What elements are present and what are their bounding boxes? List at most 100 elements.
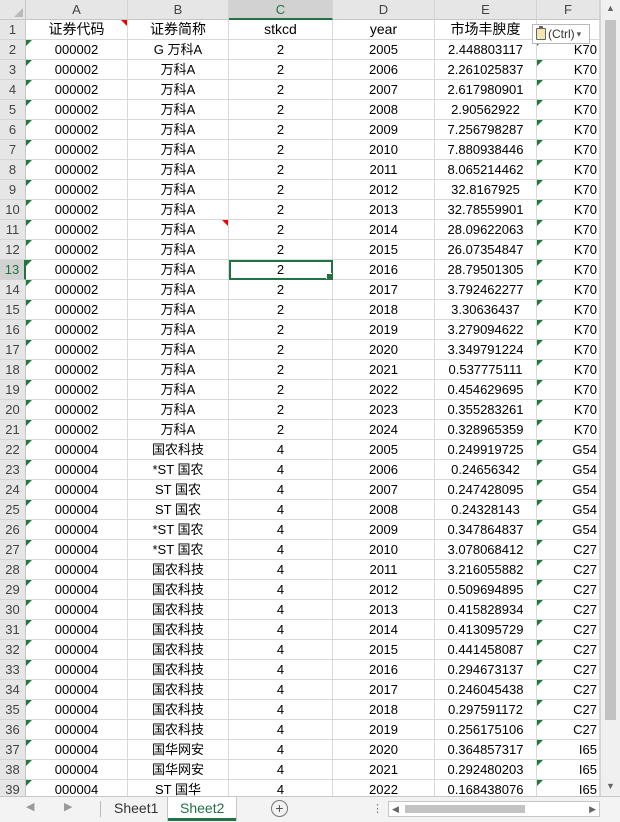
data-cell[interactable]: 2 [229, 220, 333, 240]
select-all-button[interactable] [0, 0, 26, 20]
data-cell[interactable]: 万科A [128, 400, 229, 420]
data-cell[interactable]: 4 [229, 600, 333, 620]
row-header[interactable]: 26 [0, 520, 26, 540]
data-cell[interactable]: G54 [537, 460, 600, 480]
data-cell[interactable]: *ST 国农 [128, 540, 229, 560]
data-cell[interactable]: 000002 [26, 360, 128, 380]
paste-options-button[interactable]: (Ctrl) ▾ [532, 24, 590, 44]
data-cell[interactable]: 2019 [333, 320, 435, 340]
data-cell[interactable]: 000002 [26, 300, 128, 320]
data-cell[interactable]: 000002 [26, 420, 128, 440]
data-cell[interactable]: 000002 [26, 220, 128, 240]
data-cell[interactable]: 0.441458087 [435, 640, 537, 660]
row-header[interactable]: 25 [0, 500, 26, 520]
data-cell[interactable]: 国华网安 [128, 760, 229, 780]
data-cell[interactable]: 2011 [333, 560, 435, 580]
row-header[interactable]: 35 [0, 700, 26, 720]
prev-sheet-icon[interactable]: ◀ [26, 800, 34, 813]
data-cell[interactable]: 2 [229, 200, 333, 220]
data-cell[interactable]: 2 [229, 180, 333, 200]
row-header[interactable]: 2 [0, 40, 26, 60]
data-cell[interactable]: C27 [537, 620, 600, 640]
row-header[interactable]: 3 [0, 60, 26, 80]
data-cell[interactable]: 2 [229, 160, 333, 180]
data-cell[interactable]: 4 [229, 740, 333, 760]
data-cell[interactable]: 2.90562922 [435, 100, 537, 120]
data-cell[interactable]: 4 [229, 520, 333, 540]
data-cell[interactable]: 3.279094622 [435, 320, 537, 340]
data-cell[interactable]: I65 [537, 760, 600, 780]
data-cell[interactable]: 2016 [333, 660, 435, 680]
data-cell[interactable]: 26.07354847 [435, 240, 537, 260]
data-cell[interactable]: C27 [537, 640, 600, 660]
column-header-d[interactable]: D [333, 0, 435, 20]
data-cell[interactable]: C27 [537, 600, 600, 620]
row-header[interactable]: 4 [0, 80, 26, 100]
data-cell[interactable]: 32.78559901 [435, 200, 537, 220]
data-cell[interactable]: 000002 [26, 140, 128, 160]
data-cell[interactable]: 2 [229, 40, 333, 60]
data-cell[interactable]: 4 [229, 540, 333, 560]
data-cell[interactable]: 2 [229, 260, 333, 280]
vertical-scrollbar[interactable]: ▲ ▼ [600, 0, 620, 796]
data-cell[interactable]: 4 [229, 460, 333, 480]
data-cell[interactable]: 3.30636437 [435, 300, 537, 320]
row-header[interactable]: 20 [0, 400, 26, 420]
data-cell[interactable]: 28.09622063 [435, 220, 537, 240]
data-cell[interactable]: 000002 [26, 340, 128, 360]
row-header[interactable]: 30 [0, 600, 26, 620]
header-cell[interactable]: 证券代码 [26, 20, 128, 40]
data-cell[interactable]: 2 [229, 100, 333, 120]
data-cell[interactable]: C27 [537, 580, 600, 600]
data-cell[interactable]: 2 [229, 340, 333, 360]
data-cell[interactable]: 3.216055882 [435, 560, 537, 580]
data-cell[interactable]: 万科A [128, 160, 229, 180]
data-cell[interactable]: 2020 [333, 340, 435, 360]
data-cell[interactable]: 000002 [26, 240, 128, 260]
data-cell[interactable]: 万科A [128, 220, 229, 240]
data-cell[interactable]: 0.364857317 [435, 740, 537, 760]
data-cell[interactable]: 2014 [333, 220, 435, 240]
data-cell[interactable]: 2 [229, 400, 333, 420]
data-cell[interactable]: 万科A [128, 180, 229, 200]
header-cell[interactable]: year [333, 20, 435, 40]
column-header-e[interactable]: E [435, 0, 537, 20]
row-header[interactable]: 15 [0, 300, 26, 320]
data-cell[interactable]: 万科A [128, 260, 229, 280]
data-cell[interactable]: G54 [537, 500, 600, 520]
data-cell[interactable]: 2022 [333, 380, 435, 400]
data-cell[interactable]: 3.792462277 [435, 280, 537, 300]
data-cell[interactable]: 万科A [128, 420, 229, 440]
data-cell[interactable]: 国农科技 [128, 620, 229, 640]
data-cell[interactable]: 2011 [333, 160, 435, 180]
data-cell[interactable]: 国华网安 [128, 740, 229, 760]
data-cell[interactable]: 2009 [333, 120, 435, 140]
data-cell[interactable]: 2015 [333, 640, 435, 660]
data-cell[interactable]: 0.256175106 [435, 720, 537, 740]
data-cell[interactable]: 2015 [333, 240, 435, 260]
data-cell[interactable]: K70 [537, 420, 600, 440]
data-cell[interactable]: K70 [537, 280, 600, 300]
data-cell[interactable]: C27 [537, 540, 600, 560]
data-cell[interactable]: ST 国华 [128, 780, 229, 796]
vertical-scroll-thumb[interactable] [605, 20, 616, 720]
data-cell[interactable]: K70 [537, 60, 600, 80]
data-cell[interactable]: 万科A [128, 360, 229, 380]
data-cell[interactable]: 万科A [128, 120, 229, 140]
data-cell[interactable]: 000004 [26, 560, 128, 580]
data-cell[interactable]: *ST 国农 [128, 520, 229, 540]
data-cell[interactable]: 000004 [26, 600, 128, 620]
header-cell[interactable]: 证券简称 [128, 20, 229, 40]
data-cell[interactable]: 2 [229, 300, 333, 320]
data-cell[interactable]: 4 [229, 660, 333, 680]
data-cell[interactable]: 4 [229, 440, 333, 460]
sheet-tab-sheet2[interactable]: Sheet2 [168, 797, 237, 821]
data-cell[interactable]: C27 [537, 560, 600, 580]
data-cell[interactable]: 万科A [128, 60, 229, 80]
row-header[interactable]: 33 [0, 660, 26, 680]
row-header[interactable]: 29 [0, 580, 26, 600]
data-cell[interactable]: 2.617980901 [435, 80, 537, 100]
data-cell[interactable]: K70 [537, 160, 600, 180]
data-cell[interactable]: 2022 [333, 780, 435, 796]
data-cell[interactable]: K70 [537, 80, 600, 100]
